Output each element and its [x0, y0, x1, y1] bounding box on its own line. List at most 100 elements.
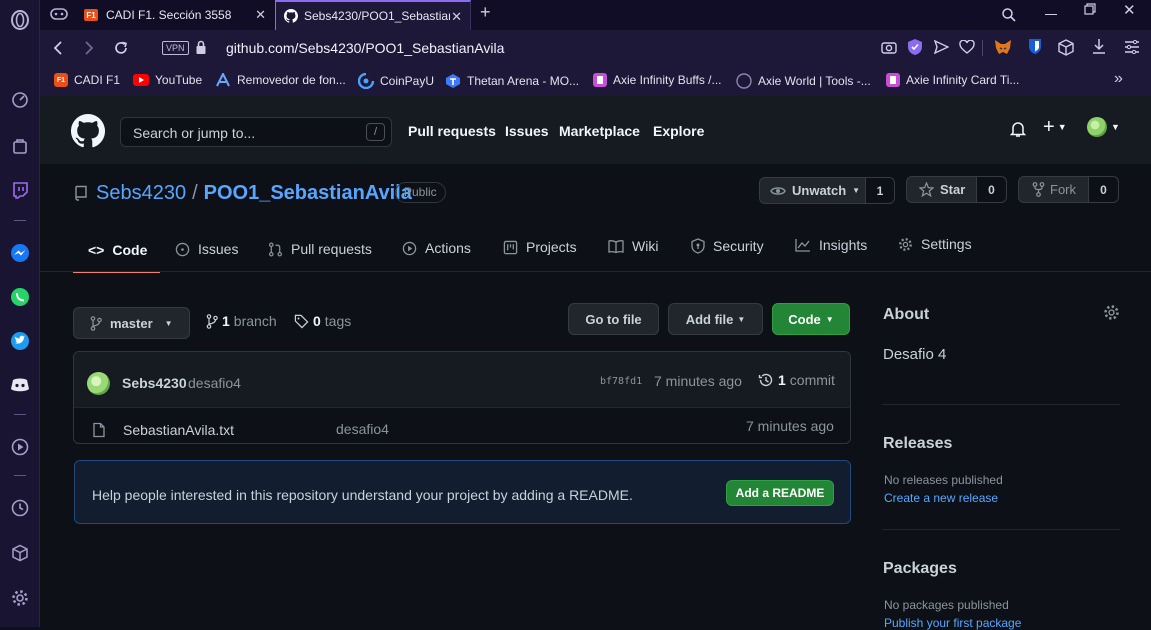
close-icon[interactable]: ✕	[451, 9, 462, 25]
bookmark-thetan[interactable]: Thetan Arena - MO...	[445, 73, 579, 89]
releases-heading[interactable]: Releases	[883, 435, 952, 453]
watch-count[interactable]: 1	[865, 177, 895, 204]
forward-icon[interactable]	[83, 40, 95, 56]
minimize-icon[interactable]	[1045, 14, 1057, 15]
unwatch-button[interactable]: Unwatch ▼	[759, 177, 866, 204]
file-name-link[interactable]: SebastianAvila.txt	[123, 422, 234, 438]
star-button[interactable]: Star	[906, 176, 977, 203]
search-input[interactable]: Search or jump to... /	[120, 117, 392, 147]
tab-issues[interactable]: Issues	[175, 241, 238, 257]
new-tab-button[interactable]: +	[480, 2, 491, 23]
settings-gear-icon[interactable]	[9, 587, 31, 609]
easy-setup-icon[interactable]	[1124, 40, 1140, 54]
workspaces-icon[interactable]	[9, 135, 31, 157]
cube-icon[interactable]	[1058, 39, 1074, 56]
tags-link[interactable]: 0 tags	[294, 313, 351, 329]
send-icon[interactable]	[934, 40, 949, 54]
branch-icon	[206, 313, 218, 329]
url-text[interactable]: github.com/Sebs4230/POO1_SebastianAvila	[226, 40, 504, 56]
whatsapp-icon[interactable]	[9, 286, 31, 308]
avatar[interactable]	[87, 372, 110, 395]
branch-selector[interactable]: master ▼	[73, 307, 190, 339]
bookmark-label: YouTube	[155, 73, 203, 87]
speed-dial-icon[interactable]	[9, 89, 31, 111]
tab-wiki[interactable]: Wiki	[608, 238, 658, 254]
search-tabs-icon[interactable]	[1002, 8, 1016, 22]
back-icon[interactable]	[52, 40, 64, 56]
tab-code[interactable]: <> Code	[88, 242, 147, 258]
heart-icon[interactable]	[959, 40, 975, 54]
create-new-button[interactable]: + ▼	[1043, 116, 1067, 139]
twitch-icon[interactable]	[9, 179, 31, 201]
avatar-menu[interactable]: ▼	[1087, 117, 1120, 137]
metamask-icon[interactable]	[994, 39, 1012, 55]
bookmark-cadi[interactable]: F1 CADI F1	[54, 73, 120, 87]
bookmark-axie-buffs[interactable]: Axie Infinity Buffs /...	[593, 73, 722, 87]
table-row[interactable]: SebastianAvila.txt desafio4 7 minutes ag…	[74, 408, 850, 443]
bookmark-label: Axie World | Tools -...	[758, 74, 871, 88]
tab-pull-requests[interactable]: Pull requests	[268, 241, 372, 257]
releases-text: No releases published	[884, 473, 1003, 487]
bookmark-axie-card[interactable]: Axie Infinity Card Ti...	[886, 73, 1019, 87]
code-button[interactable]: Code ▼	[772, 303, 850, 335]
commits-link[interactable]: 1 commit	[758, 372, 835, 388]
packages-heading[interactable]: Packages	[883, 560, 957, 578]
vpn-badge[interactable]: VPN	[162, 41, 189, 55]
tab-projects[interactable]: Projects	[503, 239, 577, 255]
nav-explore[interactable]: Explore	[653, 123, 704, 139]
bell-icon[interactable]	[1010, 120, 1026, 138]
publish-package-link[interactable]: Publish your first package	[884, 616, 1021, 630]
extensions-cube-icon[interactable]	[9, 542, 31, 564]
shield-check-icon[interactable]	[907, 38, 923, 56]
bookmark-youtube[interactable]: YouTube	[133, 73, 202, 87]
tab-cadi[interactable]: F1 CADI F1. Sección 3558 ✕	[76, 0, 274, 30]
create-release-link[interactable]: Create a new release	[884, 491, 998, 505]
messenger-icon[interactable]	[9, 242, 31, 264]
youtube-icon	[133, 74, 149, 86]
branches-link[interactable]: 1 branch	[206, 313, 277, 329]
commit-sha-link[interactable]: bf78fd1	[600, 376, 642, 387]
fork-button[interactable]: Fork	[1018, 176, 1089, 203]
fork-count[interactable]: 0	[1088, 176, 1119, 203]
bookmark-axie-world[interactable]: Axie World | Tools -...	[736, 73, 871, 89]
repo-owner-link[interactable]: Sebs4230	[96, 182, 186, 205]
bitwarden-icon[interactable]	[1028, 38, 1042, 55]
tab-label: Actions	[425, 240, 471, 256]
reload-icon[interactable]	[113, 40, 129, 56]
add-file-button[interactable]: Add file ▼	[668, 303, 763, 335]
commit-author-link[interactable]: Sebs4230	[122, 375, 187, 391]
add-readme-button[interactable]: Add a README	[726, 480, 834, 506]
tab-security[interactable]: Security	[691, 238, 764, 254]
opera-logo-icon[interactable]	[9, 9, 31, 31]
close-icon[interactable]: ✕	[255, 7, 266, 23]
file-time: 7 minutes ago	[746, 418, 834, 434]
nav-marketplace[interactable]: Marketplace	[559, 123, 640, 139]
caret-down-icon: ▼	[1111, 122, 1120, 132]
camera-icon[interactable]	[881, 40, 897, 54]
github-logo-icon[interactable]	[71, 114, 105, 148]
download-icon[interactable]	[1091, 38, 1107, 55]
bookmark-coinpayu[interactable]: CoinPayU	[358, 73, 434, 89]
about-settings-gear-icon[interactable]	[1103, 304, 1120, 321]
history-icon[interactable]	[9, 497, 31, 519]
lock-icon[interactable]	[195, 40, 207, 55]
tab-insights[interactable]: Insights	[795, 237, 867, 253]
bookmark-removebg[interactable]: Removedor de fon...	[215, 73, 346, 87]
more-bookmarks-icon[interactable]: »	[1114, 70, 1123, 88]
tab-actions[interactable]: Actions	[402, 240, 471, 256]
nav-pull-requests[interactable]: Pull requests	[408, 123, 496, 139]
go-to-file-button[interactable]: Go to file	[568, 303, 659, 335]
tab-github[interactable]: Sebs4230/POO1_Sebastian ✕	[275, 0, 471, 30]
player-icon[interactable]	[9, 436, 31, 458]
nav-issues[interactable]: Issues	[505, 123, 549, 139]
file-commit-message[interactable]: desafio4	[336, 421, 389, 437]
twitter-icon[interactable]	[9, 330, 31, 352]
restore-icon[interactable]	[1084, 3, 1096, 15]
close-window-icon[interactable]: ✕	[1123, 1, 1136, 19]
repo-name-link[interactable]: POO1_SebastianAvila	[204, 182, 412, 205]
gamepad-icon[interactable]	[50, 7, 68, 21]
tab-settings[interactable]: Settings	[898, 236, 972, 252]
star-count[interactable]: 0	[976, 176, 1007, 203]
discord-icon[interactable]	[9, 374, 31, 396]
commit-message-link[interactable]: desafio4	[188, 375, 241, 391]
